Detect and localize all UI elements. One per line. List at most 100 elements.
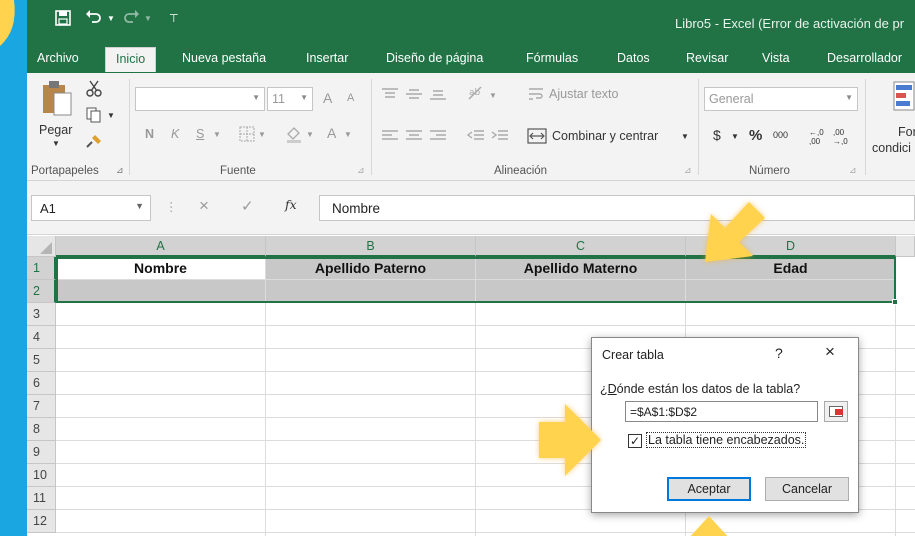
close-icon[interactable]: × xyxy=(825,342,835,362)
decrease-decimal-button[interactable]: ,00 →,0 xyxy=(833,128,853,146)
undo-icon[interactable] xyxy=(85,8,103,29)
row-header[interactable]: 5 xyxy=(27,349,56,372)
undo-dropdown-icon[interactable]: ▼ xyxy=(107,14,115,23)
tab-desarrollador[interactable]: Desarrollador xyxy=(827,51,902,65)
row-header[interactable]: 1 xyxy=(27,257,56,280)
underline-button[interactable]: S xyxy=(196,127,204,141)
cancel-icon[interactable]: × xyxy=(199,196,209,216)
tab-inicio[interactable]: Inicio xyxy=(105,47,157,72)
cell-a2[interactable] xyxy=(56,280,266,303)
row-header[interactable]: 10 xyxy=(27,464,56,487)
align-middle-icon[interactable] xyxy=(405,87,423,104)
cell-c1[interactable]: Apellido Materno xyxy=(476,257,686,280)
font-color-dropdown-icon[interactable]: ▼ xyxy=(344,130,352,139)
underline-dropdown-icon[interactable]: ▼ xyxy=(213,130,221,139)
align-center-icon[interactable] xyxy=(405,129,423,146)
ok-button[interactable]: Aceptar xyxy=(667,477,751,501)
fill-color-icon[interactable] xyxy=(285,125,303,146)
row-header[interactable]: 7 xyxy=(27,395,56,418)
alignment-launcher-icon[interactable]: ⊿ xyxy=(684,165,692,176)
orientation-icon[interactable]: ab xyxy=(467,85,485,104)
wrap-text-label[interactable]: Ajustar texto xyxy=(549,87,618,101)
cell-b1[interactable]: Apellido Paterno xyxy=(266,257,476,280)
save-icon[interactable] xyxy=(55,10,71,31)
merge-center-dropdown-icon[interactable]: ▼ xyxy=(681,132,689,141)
fill-handle[interactable] xyxy=(892,299,898,305)
formula-bar-options-icon[interactable]: ⋮ xyxy=(165,199,178,214)
row-header[interactable]: 11 xyxy=(27,487,56,510)
align-left-icon[interactable] xyxy=(381,129,399,146)
copy-dropdown-icon[interactable]: ▼ xyxy=(107,111,115,120)
font-color-button[interactable]: A xyxy=(327,125,336,141)
cell-d2[interactable] xyxy=(686,280,896,303)
grow-font-button[interactable]: A xyxy=(323,90,332,106)
tab-diseno-pagina[interactable]: Diseño de página xyxy=(386,51,483,65)
insert-function-icon[interactable]: fx xyxy=(285,197,297,212)
bold-button[interactable]: N xyxy=(145,127,154,141)
row-header[interactable]: 12 xyxy=(27,510,56,533)
italic-button[interactable]: K xyxy=(171,127,179,141)
font-launcher-icon[interactable]: ⊿ xyxy=(357,165,365,176)
tab-vista[interactable]: Vista xyxy=(762,51,790,65)
formula-input[interactable]: Nombre xyxy=(319,195,915,221)
clipboard-launcher-icon[interactable]: ⊿ xyxy=(116,165,124,176)
conditional-format-icon[interactable] xyxy=(893,81,915,114)
headers-checkbox-label[interactable]: La tabla tiene encabezados. xyxy=(646,432,807,448)
font-size-select[interactable]: 11 ▼ xyxy=(267,87,313,111)
font-name-select[interactable]: ▼ xyxy=(135,87,265,111)
column-header-a[interactable]: A xyxy=(56,236,266,257)
merge-center-icon[interactable] xyxy=(527,127,547,148)
name-box-dropdown-icon[interactable]: ▼ xyxy=(135,201,144,211)
name-box[interactable]: A1 ▼ xyxy=(31,195,151,221)
column-header-b[interactable]: B xyxy=(266,236,476,257)
conditional-format-label[interactable]: Form xyxy=(898,125,915,139)
thousands-button[interactable]: 000 xyxy=(773,130,788,140)
number-launcher-icon[interactable]: ⊿ xyxy=(849,165,857,176)
row-header[interactable]: 9 xyxy=(27,441,56,464)
enter-icon[interactable]: ✓ xyxy=(241,197,254,215)
collapse-range-icon[interactable] xyxy=(824,401,848,422)
tab-datos[interactable]: Datos xyxy=(617,51,650,65)
orientation-dropdown-icon[interactable]: ▼ xyxy=(489,91,497,100)
increase-indent-icon[interactable] xyxy=(491,129,509,146)
copy-icon[interactable] xyxy=(85,107,103,126)
row-header[interactable]: 4 xyxy=(27,326,56,349)
fill-color-dropdown-icon[interactable]: ▼ xyxy=(306,130,314,139)
currency-button[interactable]: $ xyxy=(713,127,721,143)
cell-b2[interactable] xyxy=(266,280,476,303)
row-header[interactable]: 8 xyxy=(27,418,56,441)
cell-d1[interactable]: Edad xyxy=(686,257,896,280)
format-painter-icon[interactable] xyxy=(85,133,103,152)
percent-button[interactable]: % xyxy=(749,127,762,144)
cell-a1[interactable]: Nombre xyxy=(56,257,266,280)
shrink-font-button[interactable]: A xyxy=(347,92,354,104)
headers-checkbox[interactable]: ✓ xyxy=(628,434,642,448)
align-bottom-icon[interactable] xyxy=(429,87,447,104)
column-header-d[interactable]: D xyxy=(686,236,896,257)
paste-icon[interactable] xyxy=(39,79,73,120)
tab-formulas[interactable]: Fórmulas xyxy=(526,51,578,65)
wrap-text-icon[interactable] xyxy=(527,86,545,105)
select-all-corner[interactable] xyxy=(27,236,56,257)
currency-dropdown-icon[interactable]: ▼ xyxy=(731,132,739,141)
paste-dropdown-icon[interactable]: ▼ xyxy=(52,139,60,148)
increase-decimal-button[interactable]: ←,0 ,00 xyxy=(809,128,829,146)
row-header[interactable]: 3 xyxy=(27,303,56,326)
tab-nueva-pestana[interactable]: Nueva pestaña xyxy=(182,51,266,65)
row-header[interactable]: 2 xyxy=(27,280,56,303)
tab-revisar[interactable]: Revisar xyxy=(686,51,728,65)
range-input[interactable]: =$A$1:$D$2 xyxy=(625,401,818,422)
align-top-icon[interactable] xyxy=(381,87,399,104)
column-header-e[interactable] xyxy=(896,236,915,257)
row-header[interactable]: 6 xyxy=(27,372,56,395)
paste-label[interactable]: Pegar xyxy=(39,123,72,137)
tab-archivo[interactable]: Archivo xyxy=(37,51,79,65)
conditional-format-label-2[interactable]: condici xyxy=(872,141,911,155)
column-header-c[interactable]: C xyxy=(476,236,686,257)
borders-dropdown-icon[interactable]: ▼ xyxy=(258,130,266,139)
cancel-button[interactable]: Cancelar xyxy=(765,477,849,501)
help-icon[interactable]: ? xyxy=(775,345,783,361)
align-right-icon[interactable] xyxy=(429,129,447,146)
borders-icon[interactable] xyxy=(239,126,255,145)
cell-c2[interactable] xyxy=(476,280,686,303)
